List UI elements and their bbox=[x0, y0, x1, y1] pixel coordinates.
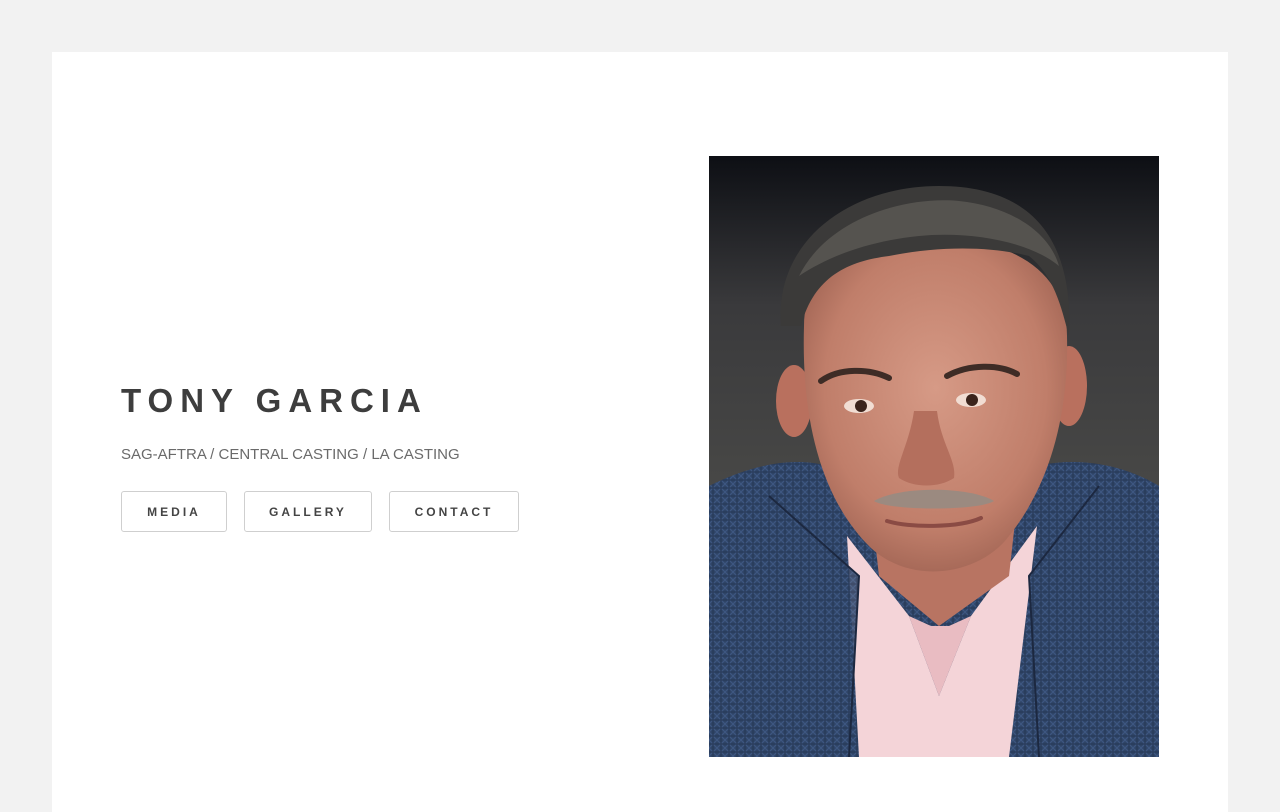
actor-name: TONY GARCIA bbox=[121, 382, 428, 419]
headshot-illustration bbox=[709, 156, 1159, 757]
headshot-photo bbox=[709, 156, 1159, 757]
media-button[interactable]: MEDIA bbox=[121, 491, 227, 532]
hero-card: TONY GARCIA SAG-AFTRA / CENTRAL CASTING … bbox=[52, 52, 1228, 812]
union-affiliations: SAG-AFTRA / CENTRAL CASTING / LA CASTING bbox=[121, 446, 460, 463]
contact-button[interactable]: CONTACT bbox=[389, 491, 519, 532]
gallery-button[interactable]: GALLERY bbox=[244, 491, 372, 532]
